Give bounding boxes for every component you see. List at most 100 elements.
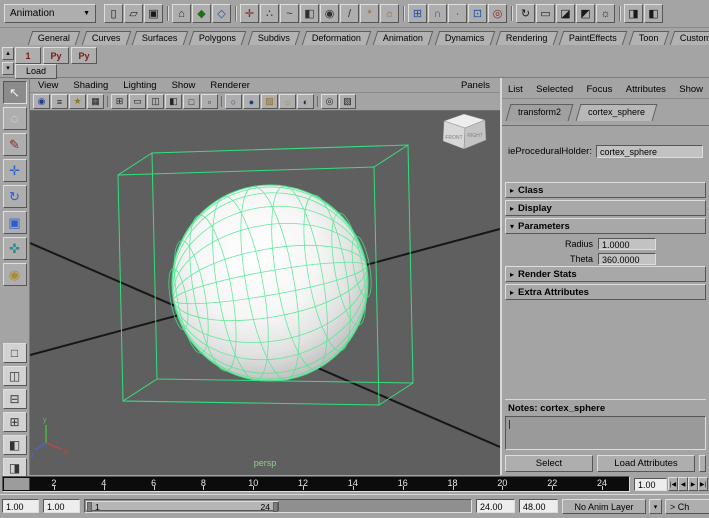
gate-mask-icon[interactable]: ◧ <box>165 94 182 109</box>
render-settings-icon[interactable]: ☼ <box>596 4 615 23</box>
tab-cortex-sphere[interactable]: cortex_sphere <box>575 104 658 121</box>
toolbar-icon[interactable] <box>616 4 623 23</box>
go-to-start-button[interactable]: |◀ <box>668 477 678 491</box>
anim-layer-dropdown[interactable]: No Anim Layer <box>562 499 646 514</box>
select-points-mask-icon[interactable]: ∴ <box>260 4 279 23</box>
shelf-scroll-down-button[interactable]: ▾ <box>2 62 14 75</box>
select-dynamics-mask-icon[interactable]: * <box>360 4 379 23</box>
select-surfaces-mask-icon[interactable]: ◧ <box>300 4 319 23</box>
universal-manipulator-tool[interactable]: ✜ <box>2 237 27 260</box>
camera-attributes-icon[interactable]: ≡ <box>51 94 68 109</box>
make-live-icon[interactable]: ◎ <box>488 4 507 23</box>
paint-select-tool[interactable]: ✎ <box>2 133 27 156</box>
select-rendering-mask-icon[interactable]: ☼ <box>380 4 399 23</box>
save-scene-icon[interactable]: ▣ <box>144 4 163 23</box>
shelf-tab[interactable]: Animation <box>372 31 434 45</box>
image-plane-icon[interactable]: ▦ <box>87 94 104 109</box>
ae-menu-list[interactable]: List <box>508 84 523 95</box>
load-attributes-button[interactable]: Load Attributes <box>597 455 695 472</box>
two-pane-side-by-side-layout-button[interactable]: ◫ <box>2 366 27 386</box>
shelf-tab[interactable]: General <box>27 31 81 45</box>
snap-to-view-plane-icon[interactable]: ⊡ <box>468 4 487 23</box>
shelf-tab[interactable]: Deformation <box>301 31 372 45</box>
shelf-tab[interactable]: Rendering <box>495 31 558 45</box>
toolbar-icon[interactable] <box>400 4 407 23</box>
shelf-tab[interactable]: Subdivs <box>247 31 301 45</box>
scale-tool[interactable]: ▣ <box>2 211 27 234</box>
node-name-field[interactable]: cortex_sphere <box>595 145 703 158</box>
construction-history-icon[interactable]: ↻ <box>516 4 535 23</box>
shelf-scroll-up-button[interactable]: ▴ <box>2 47 14 60</box>
shelf-tab[interactable]: Custom <box>669 31 709 45</box>
shelf-tab[interactable]: Polygons <box>189 31 247 45</box>
toolbar-icon[interactable] <box>232 4 239 23</box>
bookmark-view-icon[interactable]: ★ <box>69 94 86 109</box>
select-joints-mask-icon[interactable]: / <box>340 4 359 23</box>
animation-start-field[interactable]: 1.00 <box>2 499 39 513</box>
smooth-shade-display-icon[interactable]: ● <box>243 94 260 109</box>
shelf-tab[interactable]: Curves <box>81 31 131 45</box>
select-camera-icon[interactable]: ◉ <box>33 94 50 109</box>
viewport-icon[interactable] <box>219 94 224 109</box>
range-slider-bar[interactable]: 1 24 <box>86 501 279 512</box>
toggle-input-field-icon[interactable]: ◨ <box>624 4 643 23</box>
go-to-end-button[interactable]: ▶| <box>698 477 708 491</box>
rotate-tool[interactable]: ↻ <box>2 185 27 208</box>
select-by-component-icon[interactable]: ◇ <box>212 4 231 23</box>
safe-title-icon[interactable]: ▫ <box>201 94 218 109</box>
notes-textarea[interactable] <box>505 416 706 450</box>
select-by-object-icon[interactable]: ◆ <box>192 4 211 23</box>
new-scene-icon[interactable]: ▯ <box>104 4 123 23</box>
range-slider-track[interactable]: 1 24 <box>84 499 472 513</box>
animation-end-field[interactable]: 48.00 <box>519 499 558 513</box>
section-display[interactable]: ▸ Display <box>505 200 706 216</box>
shelf-item-py-2[interactable]: Py <box>71 47 97 64</box>
move-tool[interactable]: ✛ <box>2 159 27 182</box>
playback-start-field[interactable]: 1.00 <box>43 499 80 513</box>
two-pane-stacked-layout-button[interactable]: ⊟ <box>2 389 27 409</box>
viewport-menu-panels[interactable]: Panels <box>461 80 490 91</box>
play-forward-button[interactable]: ▶ <box>688 477 698 491</box>
ae-menu-attributes[interactable]: Attributes <box>626 84 666 95</box>
shelf-tab[interactable]: Dynamics <box>434 31 495 45</box>
section-extra-attributes[interactable]: ▸ Extra Attributes <box>505 284 706 300</box>
persp-outliner-layout-button[interactable]: ◧ <box>2 435 27 455</box>
ae-menu-selected[interactable]: Selected <box>536 84 573 95</box>
step-back-button[interactable]: ◀ <box>678 477 688 491</box>
wireframe-display-icon[interactable]: ○ <box>225 94 242 109</box>
viewport-menu-show[interactable]: Show <box>172 80 196 91</box>
toolbar-icon[interactable] <box>508 4 515 23</box>
menu-set-dropdown[interactable]: Animation ▼ <box>4 4 96 23</box>
current-time-field[interactable]: 1.00 <box>634 477 667 491</box>
resolution-gate-icon[interactable]: ◫ <box>147 94 164 109</box>
shelf-item-py-1[interactable]: Py <box>43 47 69 64</box>
select-button[interactable]: Select <box>505 455 593 472</box>
snap-to-point-icon[interactable]: ∙ <box>448 4 467 23</box>
tab-transform2[interactable]: transform2 <box>505 104 574 121</box>
ae-menu-show[interactable]: Show <box>679 84 703 95</box>
viewport-icon[interactable] <box>315 94 320 109</box>
open-render-view-icon[interactable]: ▭ <box>536 4 555 23</box>
toggle-help-line-icon[interactable]: ◧ <box>644 4 663 23</box>
section-render-stats[interactable]: ▸ Render Stats <box>505 266 706 282</box>
copy-tab-button-partial[interactable] <box>699 455 706 472</box>
select-handles-mask-icon[interactable]: ✛ <box>240 4 259 23</box>
shadows-icon[interactable]: ◐ <box>297 94 314 109</box>
viewport-menu-shading[interactable]: Shading <box>73 80 108 91</box>
sphere-object[interactable] <box>154 169 387 397</box>
select-by-hierarchy-icon[interactable]: ⌂ <box>172 4 191 23</box>
render-current-frame-icon[interactable]: ◪ <box>556 4 575 23</box>
select-deformations-mask-icon[interactable]: ◉ <box>320 4 339 23</box>
grid-toggle-icon[interactable]: ⊞ <box>111 94 128 109</box>
section-parameters[interactable]: ▾ Parameters <box>505 218 706 234</box>
load-shelf-button[interactable]: Load <box>15 64 57 79</box>
toolbar-icon[interactable] <box>164 4 171 23</box>
range-end-handle[interactable] <box>273 502 278 512</box>
film-gate-icon[interactable]: ▭ <box>129 94 146 109</box>
viewport-menu-lighting[interactable]: Lighting <box>123 80 156 91</box>
xray-display-icon[interactable]: ▧ <box>339 94 356 109</box>
textured-display-icon[interactable]: ▨ <box>261 94 278 109</box>
parameter-value-field[interactable]: 360.0000 <box>598 252 656 265</box>
shelf-item-1[interactable]: 1 <box>15 47 41 64</box>
time-slider[interactable]: 2 4 6 8 10 12 14 16 18 20 22 24 <box>2 476 630 492</box>
